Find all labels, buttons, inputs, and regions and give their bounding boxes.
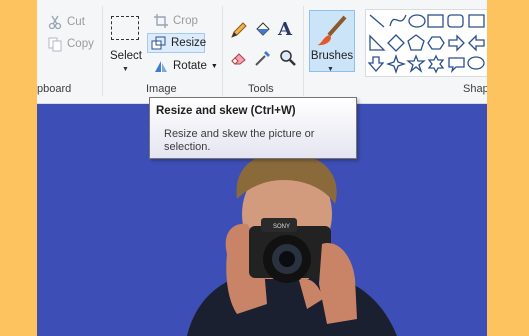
oval-callout-shape xyxy=(467,56,485,70)
tools-group-label: Tools xyxy=(248,83,274,95)
pencil-icon[interactable] xyxy=(229,20,249,40)
image-group-label: Image xyxy=(146,83,177,95)
five-point-star-shape xyxy=(406,54,426,73)
rotate-button[interactable]: Rotate ▼ xyxy=(150,56,221,76)
crop-icon xyxy=(153,13,169,29)
color-picker-icon[interactable] xyxy=(253,48,273,68)
crop-button[interactable]: Crop xyxy=(150,11,201,31)
group-separator xyxy=(222,6,223,96)
brush-icon xyxy=(315,15,349,52)
ribbon: Cut Copy pboard Select ▼ Crop Resize Rot… xyxy=(37,0,487,104)
line-shape xyxy=(369,14,385,28)
group-separator xyxy=(102,6,103,96)
arrow-left-shape xyxy=(468,34,485,52)
copy-icon xyxy=(47,36,63,52)
cut-button[interactable]: Cut xyxy=(44,12,88,32)
select-label: Select xyxy=(110,50,142,62)
resize-tooltip: Resize and skew (Ctrl+W) Resize and skew… xyxy=(149,97,357,159)
resize-label: Resize xyxy=(171,37,207,49)
brushes-dropdown-icon: ▼ xyxy=(327,66,334,73)
shapes-group-label: Shap xyxy=(463,83,487,95)
six-point-star-shape xyxy=(427,54,445,74)
brushes-button[interactable] xyxy=(309,10,355,72)
rotate-label: Rotate xyxy=(173,60,207,72)
magnifier-icon[interactable] xyxy=(278,48,298,68)
clipboard-group-label: pboard xyxy=(37,83,72,95)
copy-label: Copy xyxy=(67,38,94,50)
crop-label: Crop xyxy=(173,15,198,27)
group-separator xyxy=(303,6,304,96)
resize-button[interactable]: Resize xyxy=(147,33,207,53)
resize-icon xyxy=(151,35,167,51)
tooltip-description: Resize and skew the picture or selection… xyxy=(164,128,315,153)
text-tool-icon[interactable]: A xyxy=(278,20,298,40)
eraser-icon[interactable] xyxy=(229,48,249,68)
diamond-shape xyxy=(387,34,405,52)
brushes-label: Brushes xyxy=(310,50,354,62)
scissors-icon xyxy=(47,14,63,30)
selection-rect-icon xyxy=(111,16,139,40)
rounded-callout-shape xyxy=(448,57,465,74)
paint-window: Cut Copy pboard Select ▼ Crop Resize Rot… xyxy=(37,0,487,336)
pentagon-shape xyxy=(407,34,425,51)
fill-bucket-icon[interactable] xyxy=(253,20,273,40)
cut-label: Cut xyxy=(67,16,85,28)
four-point-star-shape xyxy=(385,53,407,75)
camera-brand-text: SONY xyxy=(273,224,290,230)
shapes-gallery[interactable] xyxy=(365,9,487,77)
rectangle-shape xyxy=(427,14,444,28)
select-dropdown-icon: ▼ xyxy=(122,66,129,73)
tooltip-title: Resize and skew (Ctrl+W) xyxy=(156,105,296,117)
curve-shape xyxy=(389,14,407,27)
triangle-shape xyxy=(369,34,386,51)
copy-button[interactable]: Copy xyxy=(44,34,97,54)
polygon-shape xyxy=(468,14,485,28)
arrow-right-shape xyxy=(448,34,465,52)
rotate-icon xyxy=(153,58,169,74)
oval-shape xyxy=(408,14,426,28)
arrow-down-shape xyxy=(367,56,385,72)
hexagon-shape xyxy=(427,36,445,50)
rounded-rectangle-shape xyxy=(447,14,464,28)
rotate-dropdown-icon: ▼ xyxy=(210,62,218,70)
select-button[interactable]: Select ▼ xyxy=(107,14,145,76)
